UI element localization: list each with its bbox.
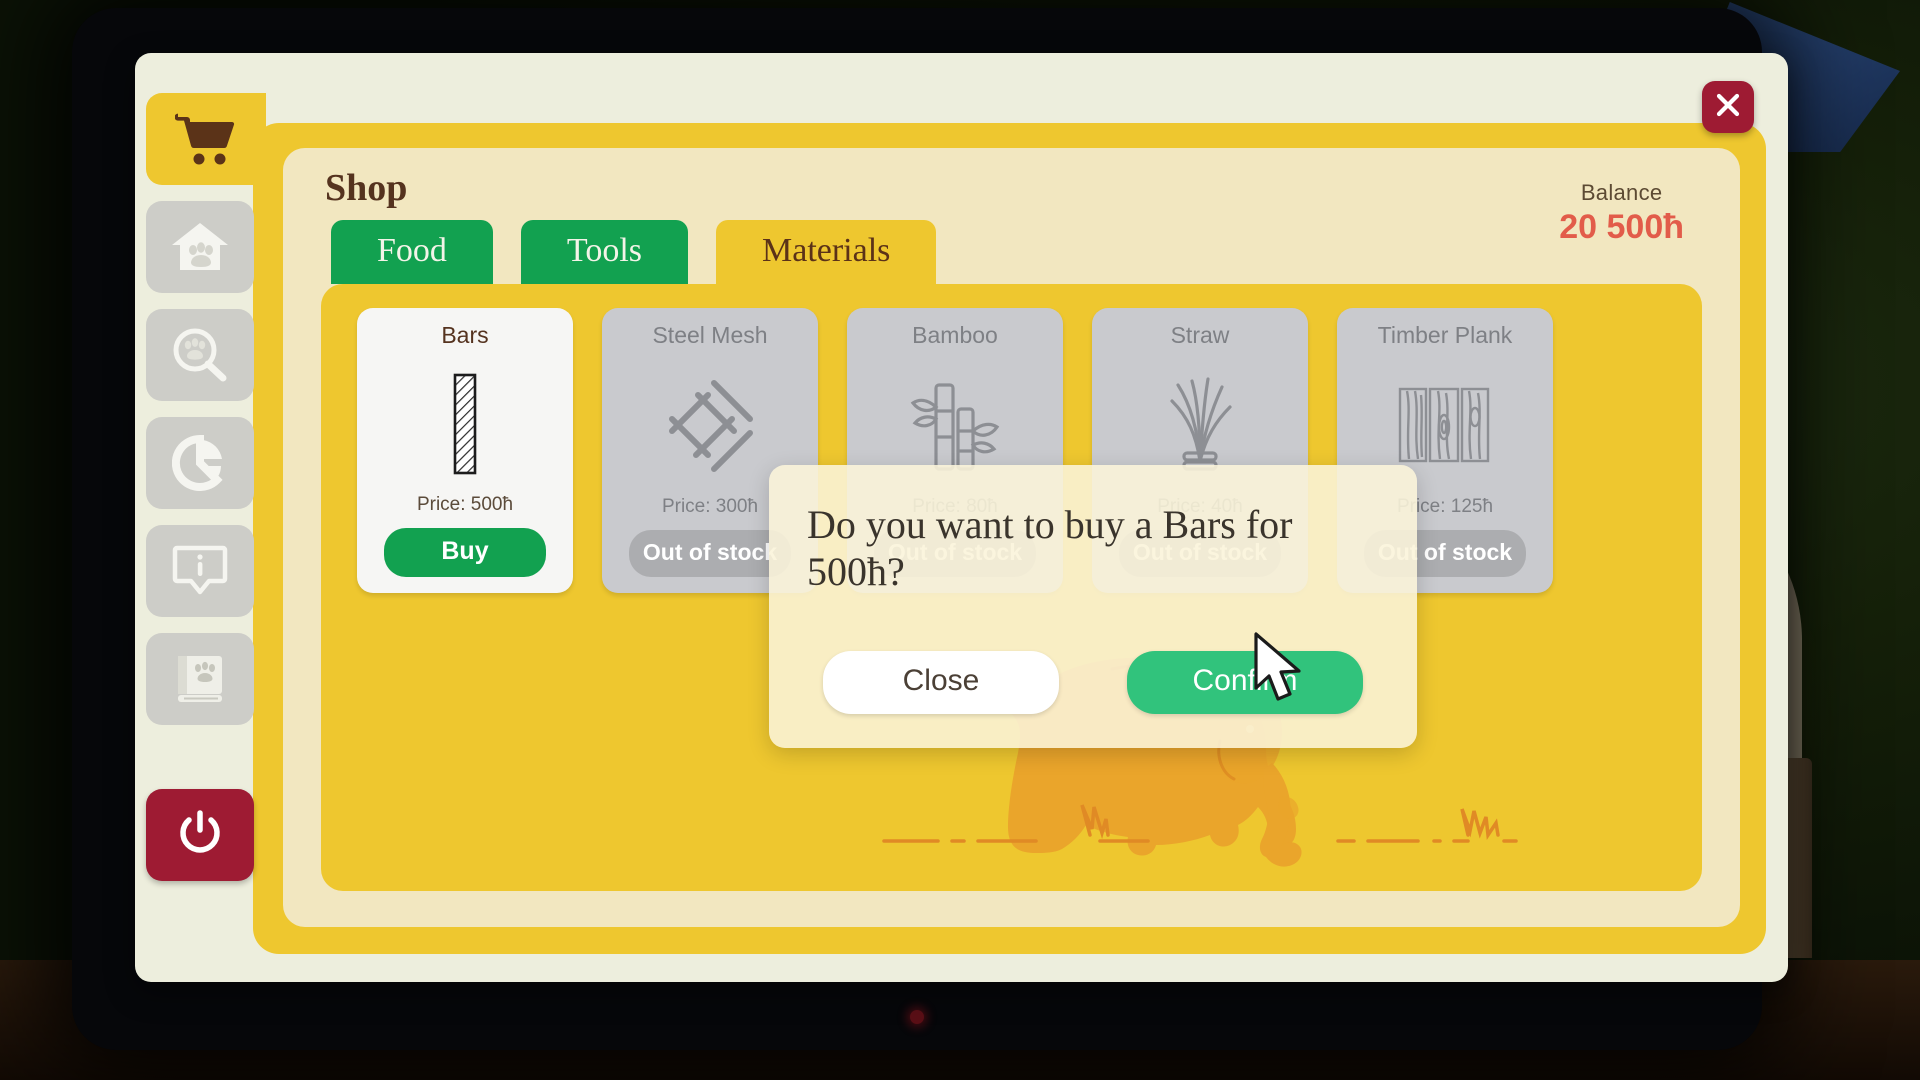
product-price: Price: 500ħ <box>416 494 514 515</box>
sidebar-item-statistics[interactable] <box>146 417 254 509</box>
product-price: Price: 300ħ <box>661 496 759 517</box>
purchase-confirm-dialog: Do you want to buy a Bars for 500ħ? Clos… <box>769 465 1417 749</box>
sidebar-item-encyclopedia[interactable] <box>146 633 254 725</box>
product-name: Bamboo <box>912 322 998 348</box>
close-window-button[interactable] <box>1702 81 1754 133</box>
close-x-icon <box>1714 91 1742 124</box>
pie-chart-icon <box>172 435 228 491</box>
sidebar-item-shop[interactable] <box>146 93 266 185</box>
product-card-bars[interactable]: Bars Price: 500ħ Buy <box>357 308 573 593</box>
product-name: Straw <box>1170 322 1230 348</box>
shopping-cart-icon <box>175 112 237 166</box>
tab-tools[interactable]: Tools <box>520 220 688 285</box>
game-window: Shop Balance 20 500ħ Food Tools Material… <box>135 53 1788 982</box>
dialog-confirm-button[interactable]: Confirm <box>1127 651 1363 715</box>
power-icon <box>174 807 226 864</box>
tab-materials[interactable]: Materials <box>716 220 937 285</box>
sidebar <box>135 53 266 982</box>
category-tabs: Food Tools Materials <box>331 220 937 285</box>
product-name: Timber Plank <box>1377 322 1513 348</box>
paw-book-icon <box>172 652 228 706</box>
balance-display: Balance 20 500ħ <box>1559 180 1684 247</box>
sidebar-item-animal-search[interactable] <box>146 309 254 401</box>
quit-button[interactable] <box>146 789 254 881</box>
sidebar-item-info[interactable] <box>146 525 254 617</box>
paw-search-icon <box>171 327 229 383</box>
tab-food[interactable]: Food <box>331 220 493 285</box>
monitor-power-led <box>910 1010 924 1024</box>
metal-bar-icon <box>369 353 561 494</box>
dialog-actions: Close Confirm <box>807 651 1379 715</box>
dialog-close-button[interactable]: Close <box>823 651 1059 715</box>
buy-button[interactable]: Buy <box>384 528 546 577</box>
balance-label: Balance <box>1580 180 1663 205</box>
balance-value: 20 500ħ <box>1559 208 1684 246</box>
sidebar-item-habitats[interactable] <box>146 201 254 293</box>
product-name: Bars <box>441 322 489 348</box>
info-tooltip-icon <box>172 545 228 597</box>
dialog-message: Do you want to buy a Bars for 500ħ? <box>807 502 1293 595</box>
out-of-stock-button: Out of stock <box>629 530 791 577</box>
product-name: Steel Mesh <box>652 322 768 348</box>
pet-house-icon <box>171 220 229 274</box>
page-title: Shop <box>325 167 408 209</box>
